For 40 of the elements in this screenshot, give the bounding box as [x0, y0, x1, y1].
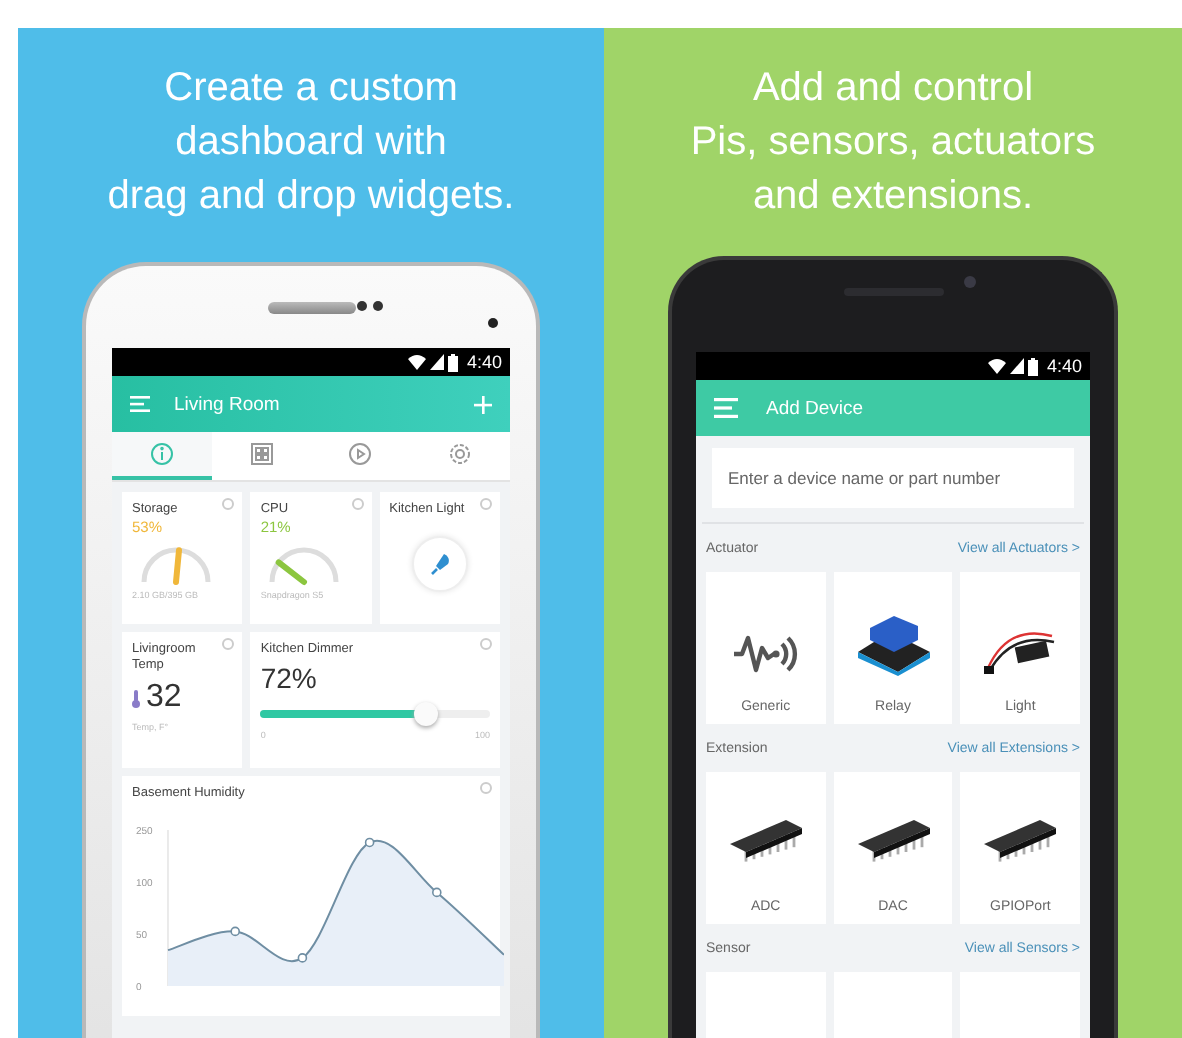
signal-icon	[1010, 358, 1025, 374]
battery-icon	[448, 353, 459, 371]
widget-handle-icon	[479, 498, 492, 510]
light-toggle-button[interactable]	[411, 536, 468, 592]
tab[interactable]	[112, 432, 212, 480]
light-bulb-icon	[427, 552, 452, 576]
camera-icon	[964, 276, 976, 288]
signal-icon	[430, 354, 445, 370]
widget-handle-icon	[479, 782, 492, 794]
status-time: 4:40	[466, 352, 502, 372]
headline: Create a custom dashboard with drag and drop widgets.	[107, 64, 515, 222]
wifi-icon	[988, 358, 1007, 374]
play-icon	[348, 442, 373, 466]
signal-wave-icon	[731, 632, 800, 676]
slider-thumb[interactable]	[413, 702, 438, 726]
relay-module-drawing	[853, 616, 933, 676]
add-icon[interactable]	[474, 395, 492, 413]
dimmer-reading: 72%	[260, 662, 317, 694]
temperature-value: 32	[146, 680, 182, 716]
app-bar-title: Living Room	[174, 393, 282, 415]
menu-icon[interactable]	[130, 396, 150, 412]
wifi-icon	[408, 354, 427, 370]
headline: Add and control Pis, sensors, actuators and extensions.	[690, 64, 1096, 222]
menu-icon[interactable]	[714, 398, 738, 418]
camera-icon	[356, 300, 388, 312]
app-bar-title: Add Device	[766, 397, 866, 419]
speaker-grille	[267, 301, 355, 313]
widget-handle-icon	[222, 498, 235, 510]
search-field[interactable]: Enter a device name or part number	[712, 448, 1074, 508]
widget-handle-icon	[479, 638, 492, 650]
info-icon	[149, 442, 174, 466]
sensor-icon	[488, 318, 498, 328]
battery-icon	[1028, 357, 1039, 375]
status-time: 4:40	[1046, 356, 1082, 376]
widget-handle-icon	[222, 638, 235, 650]
grid-icon	[249, 442, 274, 466]
settings-icon	[448, 442, 473, 466]
widget-handle-icon	[351, 498, 364, 510]
thermometer-icon	[132, 689, 140, 707]
gauge-dial	[136, 542, 216, 586]
